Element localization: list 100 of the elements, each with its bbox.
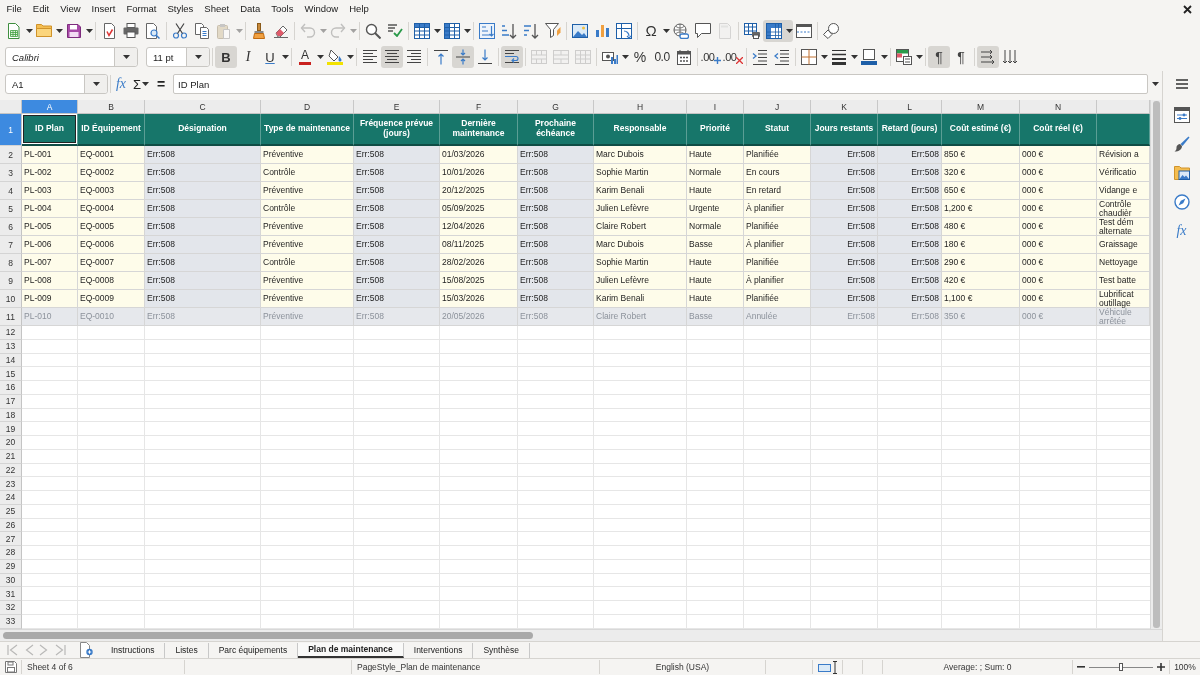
table-cell: Annulée — [744, 308, 811, 327]
add-sheet-button[interactable] — [80, 642, 93, 658]
row-header[interactable]: 7 — [0, 236, 22, 254]
menu-item[interactable]: Styles — [161, 2, 199, 16]
text-direction-button[interactable] — [977, 46, 999, 68]
row-header[interactable]: 31 — [0, 587, 22, 601]
row-header[interactable]: 6 — [0, 218, 22, 237]
border-color-button[interactable] — [858, 46, 888, 68]
sum-button[interactable]: Σ — [131, 74, 152, 94]
column-header[interactable]: E — [354, 100, 440, 114]
sheet-tab[interactable]: Plan de maintenance — [298, 642, 404, 658]
function-wizard-button[interactable]: fx — [113, 74, 129, 94]
formula-input-field[interactable]: ID Plan — [173, 74, 1148, 94]
conditional-format-button[interactable] — [893, 46, 923, 68]
font-color-button[interactable]: A — [294, 46, 324, 68]
row-header[interactable]: 4 — [0, 182, 22, 200]
caret-icon — [194, 55, 202, 59]
row-header[interactable]: 2 — [0, 146, 22, 164]
delete-decimal-button[interactable]: .00 — [722, 46, 744, 68]
column-header[interactable]: G — [518, 100, 594, 114]
row-header[interactable]: 28 — [0, 546, 22, 560]
table-cell: Err:508 — [145, 218, 261, 237]
column-header[interactable]: D — [261, 100, 354, 114]
row-header[interactable]: 24 — [0, 491, 22, 505]
functions-button[interactable]: fx — [1168, 218, 1195, 244]
special-character-button[interactable]: Ω — [640, 19, 670, 42]
row-header[interactable]: 23 — [0, 477, 22, 491]
add-decimal-button[interactable]: .00 — [700, 46, 722, 68]
row-header[interactable]: 16 — [0, 381, 22, 395]
italic-button[interactable]: I — [237, 46, 259, 68]
column-heading: Type de maintenance — [261, 114, 354, 146]
align-center-button[interactable] — [381, 46, 403, 68]
row-header[interactable]: 1 — [0, 114, 22, 146]
sheet-tab[interactable]: Synthèse — [473, 642, 530, 658]
font-size-box[interactable]: 11 pt — [146, 47, 210, 67]
pivot-table-icon — [616, 22, 632, 39]
table-cell: 000 € — [1020, 236, 1097, 254]
row-header[interactable]: 3 — [0, 164, 22, 182]
vertical-scrollbar[interactable] — [1150, 100, 1162, 629]
formula-button[interactable]: = — [153, 74, 170, 94]
slider-thumb[interactable] — [1119, 663, 1123, 671]
column-header[interactable]: L — [878, 100, 942, 114]
row-header[interactable]: 9 — [0, 272, 22, 290]
table-cell: Err:508 — [878, 146, 942, 164]
column-header[interactable]: N — [1020, 100, 1097, 114]
name-box[interactable]: A1 — [5, 74, 108, 94]
menu-item[interactable]: Format — [120, 2, 162, 16]
row-header[interactable]: 12 — [0, 326, 22, 340]
wrap-text-button[interactable] — [501, 46, 523, 68]
left-to-right-button[interactable]: ¶ — [928, 46, 950, 68]
font-name-box[interactable]: Calibri — [5, 47, 138, 67]
table-cell: À planifier — [744, 272, 811, 290]
table-cell: Err:508 — [878, 164, 942, 182]
row-header[interactable]: 27 — [0, 532, 22, 546]
number-format-button[interactable]: 0.0 — [651, 46, 673, 68]
borders-button[interactable] — [798, 46, 828, 68]
row-header[interactable]: 32 — [0, 601, 22, 615]
sheet-tab[interactable]: Instructions — [101, 642, 166, 658]
close-button[interactable] — [1183, 4, 1192, 14]
row-header[interactable]: 5 — [0, 200, 22, 219]
row-header[interactable]: 10 — [0, 290, 22, 309]
column-header[interactable]: I — [687, 100, 744, 114]
row-header[interactable]: 19 — [0, 422, 22, 436]
column-header[interactable]: J — [744, 100, 811, 114]
right-to-left-button[interactable]: ¶ — [950, 46, 972, 68]
column-header[interactable]: B — [78, 100, 145, 114]
menu-item[interactable]: File — [1, 2, 28, 16]
table-cell: Véhicule arrêtée — [1097, 308, 1150, 327]
bold-button[interactable]: B — [215, 46, 237, 68]
column-header[interactable]: M — [942, 100, 1020, 114]
freeze-panes-button[interactable] — [763, 19, 793, 42]
row-header[interactable]: 11 — [0, 308, 22, 327]
menu-item[interactable]: Data — [234, 2, 266, 16]
table-cell: Err:508 — [145, 164, 261, 182]
menu-item[interactable]: Sheet — [198, 2, 235, 16]
column-header[interactable]: C — [145, 100, 261, 114]
row-header[interactable]: 15 — [0, 367, 22, 381]
menu-item[interactable]: Window — [298, 2, 344, 16]
menu-item[interactable]: Help — [343, 2, 375, 16]
column-header[interactable]: F — [440, 100, 518, 114]
horizontal-scrollbar[interactable] — [0, 629, 1162, 641]
table-cell: 000 € — [1020, 182, 1097, 200]
column-header[interactable]: A — [22, 100, 78, 114]
column-header[interactable]: K — [811, 100, 878, 114]
menu-item[interactable]: Insert — [86, 2, 121, 16]
menu-item[interactable]: Edit — [27, 2, 55, 16]
menu-item[interactable]: Tools — [265, 2, 299, 16]
spelling-check-icon — [387, 24, 403, 37]
zoom-in-button[interactable] — [1156, 662, 1166, 672]
row-header[interactable]: 8 — [0, 254, 22, 272]
underline-button[interactable]: U — [259, 46, 289, 68]
column-heading: Coût réel (€) — [1020, 114, 1097, 146]
sheet-tab[interactable]: Listes — [165, 642, 209, 658]
menu-item[interactable]: View — [54, 2, 87, 16]
percent-format-button[interactable]: % — [629, 46, 651, 68]
column-header[interactable]: H — [594, 100, 687, 114]
row-header[interactable]: 20 — [0, 436, 22, 450]
table-cell: PL-004 — [22, 200, 78, 219]
sheet-tab[interactable]: Interventions — [403, 642, 474, 658]
table-cell: Karim Benali — [594, 290, 687, 309]
